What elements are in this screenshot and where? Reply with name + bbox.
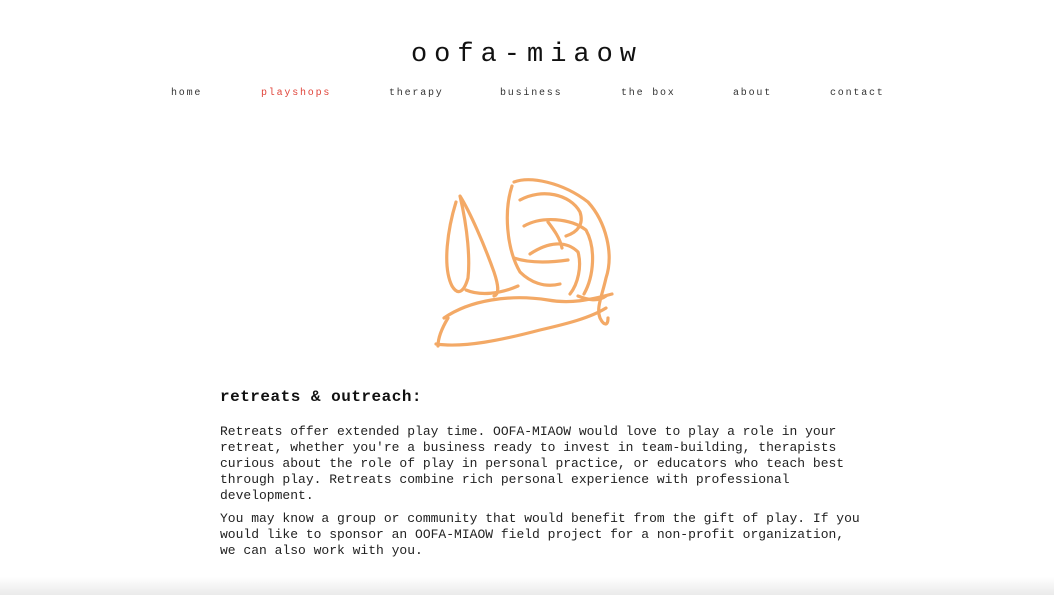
nav-the-box[interactable]: the box: [621, 87, 676, 101]
main-content: retreats & outreach: Retreats offer exte…: [220, 386, 860, 566]
nav-playshops[interactable]: playshops: [261, 87, 331, 101]
bottom-shadow: [0, 577, 1054, 595]
paragraph-outreach: You may know a group or community that w…: [220, 511, 860, 558]
section-heading: retreats & outreach:: [220, 388, 423, 406]
nav-therapy[interactable]: therapy: [389, 87, 444, 101]
crayon-scribble-illustration: [430, 168, 625, 358]
scribble-icon: [434, 178, 614, 348]
site-title[interactable]: oofa-miaow: [0, 38, 1054, 72]
nav-business[interactable]: business: [500, 87, 562, 101]
nav-home[interactable]: home: [171, 87, 202, 101]
nav-contact[interactable]: contact: [830, 87, 885, 101]
paragraph-retreats: Retreats offer extended play time. OOFA-…: [220, 424, 845, 503]
main-nav: home playshops therapy business the box …: [0, 87, 1054, 101]
nav-about[interactable]: about: [733, 87, 772, 101]
